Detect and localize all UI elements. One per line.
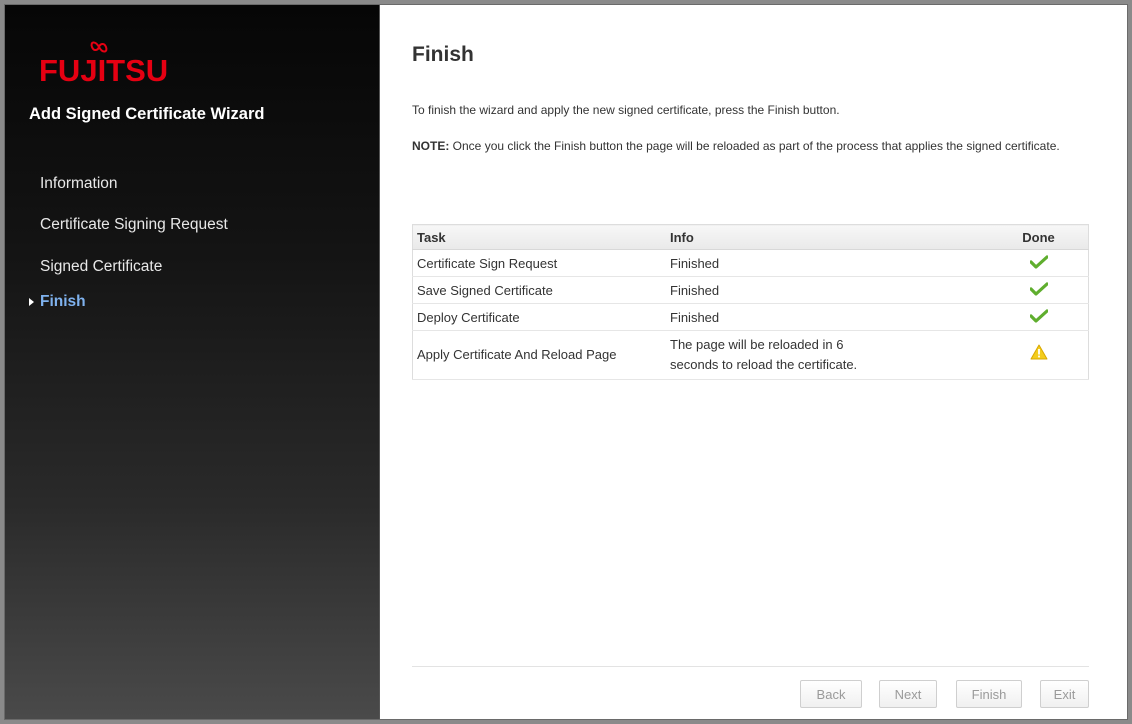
next-button[interactable]: Next — [879, 680, 937, 708]
table-row: Apply Certificate And Reload Page The pa… — [412, 330, 1089, 380]
checkmark-icon — [1028, 254, 1049, 269]
wizard-sidebar: FUJITSU Add Signed Certificate Wizard In… — [5, 5, 380, 719]
step-finish[interactable]: Finish — [29, 293, 86, 311]
task-cell: Apply Certificate And Reload Page — [412, 330, 666, 380]
step-finish-label: Finish — [40, 293, 86, 310]
footer-divider — [412, 666, 1089, 667]
wizard-title: Add Signed Certificate Wizard — [29, 105, 265, 123]
done-cell — [989, 276, 1089, 304]
checkmark-icon — [1028, 281, 1049, 296]
info-cell: Finished — [666, 303, 989, 331]
step-information[interactable]: Information — [40, 175, 118, 193]
checkmark-icon — [1028, 308, 1049, 323]
table-row: Deploy Certificate Finished — [412, 303, 1089, 331]
done-cell — [989, 330, 1089, 380]
header-info: Info — [666, 224, 989, 250]
task-cell: Save Signed Certificate — [412, 276, 666, 304]
wizard-content: Finish To finish the wizard and apply th… — [380, 5, 1127, 719]
back-button[interactable]: Back — [800, 680, 862, 708]
step-signed-certificate[interactable]: Signed Certificate — [40, 258, 162, 276]
info-cell: The page will be reloaded in 6 seconds t… — [666, 330, 989, 380]
active-step-arrow-icon — [29, 298, 34, 306]
info-cell: Finished — [666, 276, 989, 304]
warning-icon — [1030, 344, 1047, 360]
done-cell — [989, 303, 1089, 331]
table-row: Save Signed Certificate Finished — [412, 276, 1089, 304]
note-text: NOTE: Once you click the Finish button t… — [412, 136, 1092, 156]
info-line: seconds to reload the certificate. — [670, 357, 858, 372]
table-header-row: Task Info Done — [412, 224, 1089, 250]
note-label: NOTE: — [412, 139, 450, 153]
page-title: Finish — [412, 43, 474, 66]
wizard-window: FUJITSU Add Signed Certificate Wizard In… — [4, 4, 1128, 720]
header-task: Task — [412, 224, 666, 250]
finish-button[interactable]: Finish — [956, 680, 1022, 708]
header-done: Done — [989, 224, 1089, 250]
table-row: Certificate Sign Request Finished — [412, 249, 1089, 277]
exit-button[interactable]: Exit — [1040, 680, 1089, 708]
note-body: Once you click the Finish button the pag… — [449, 139, 1060, 153]
task-table: Task Info Done Certificate Sign Request … — [412, 224, 1089, 380]
info-line: The page will be reloaded in 6 — [670, 337, 844, 352]
fujitsu-logo: FUJITSU — [39, 41, 169, 91]
intro-text: To finish the wizard and apply the new s… — [412, 103, 840, 117]
logo-text: FUJITSU — [39, 53, 169, 88]
step-certificate-signing-request[interactable]: Certificate Signing Request — [40, 216, 228, 234]
done-cell — [989, 249, 1089, 277]
info-cell: Finished — [666, 249, 989, 277]
task-cell: Certificate Sign Request — [412, 249, 666, 277]
task-cell: Deploy Certificate — [412, 303, 666, 331]
